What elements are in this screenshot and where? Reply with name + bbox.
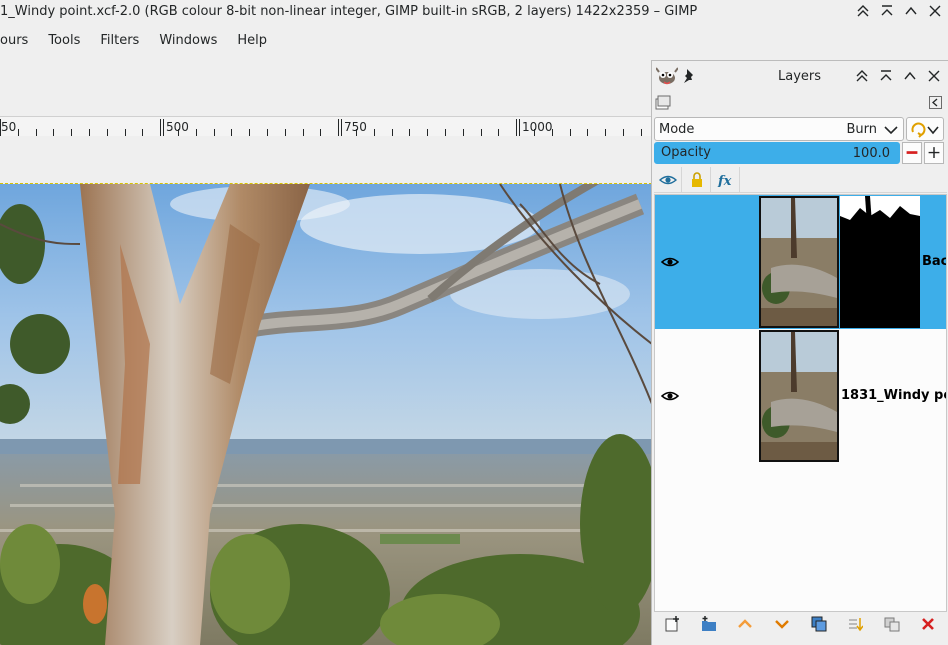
- dock-maximize-button[interactable]: [901, 67, 919, 85]
- lower-layer-button[interactable]: [764, 613, 801, 635]
- delete-layer-icon: [922, 618, 935, 630]
- opacity-row: Opacity 100.0: [654, 142, 947, 164]
- layer-row-selected[interactable]: Bac: [655, 195, 946, 329]
- delete-layer-button[interactable]: [910, 613, 947, 635]
- double-chevron-up-icon: [856, 70, 868, 82]
- minus-icon: [906, 151, 918, 154]
- layer-name[interactable]: 1831_Windy poi: [841, 388, 946, 403]
- opacity-decrease-button[interactable]: [902, 142, 922, 164]
- menu-colours[interactable]: ours: [0, 30, 28, 54]
- menu-tools[interactable]: Tools: [48, 30, 80, 54]
- svg-text:fx: fx: [717, 174, 732, 187]
- mode-dropdown[interactable]: Mode Burn: [654, 117, 904, 141]
- close-icon: [928, 70, 940, 82]
- lower-layer-icon: [775, 620, 789, 629]
- duplicate-layer-button[interactable]: [800, 613, 837, 635]
- tab-menu-icon[interactable]: [929, 96, 942, 109]
- new-layer-group-button[interactable]: [691, 613, 728, 635]
- dock-minimize-button[interactable]: [877, 67, 895, 85]
- dock-header: Layers: [652, 61, 948, 91]
- chevron-up-icon: [905, 6, 917, 15]
- ruler-label: 50: [1, 120, 17, 134]
- minimize-icon: [880, 70, 892, 81]
- maximize-button[interactable]: [902, 2, 920, 20]
- layer-mask-thumbnail[interactable]: [840, 196, 920, 328]
- swap-mode-icon: [911, 122, 939, 138]
- eye-icon: [658, 175, 677, 185]
- ruler-label: 750: [344, 120, 367, 134]
- new-layer-group-icon: [701, 616, 716, 631]
- opacity-slider[interactable]: Opacity 100.0: [654, 142, 900, 164]
- gimp-logo-icon[interactable]: [656, 66, 678, 86]
- fx-header[interactable]: fx: [712, 167, 740, 193]
- window-title: 1_Windy point.xcf-2.0 (RGB colour 8-bit …: [0, 4, 698, 19]
- close-icon: [929, 5, 941, 17]
- window-controls: [854, 2, 944, 20]
- menu-filters[interactable]: Filters: [100, 30, 139, 54]
- layer-thumbnail[interactable]: [759, 196, 839, 328]
- layers-tab-icon[interactable]: [655, 95, 671, 110]
- composite-mode-button[interactable]: [906, 117, 944, 141]
- keep-above-button[interactable]: [854, 2, 872, 20]
- lock-icon: [691, 172, 702, 187]
- pin-icon[interactable]: [682, 68, 696, 84]
- mode-row: Mode Burn: [654, 117, 947, 141]
- window-titlebar: 1_Windy point.xcf-2.0 (RGB colour 8-bit …: [0, 0, 948, 24]
- mode-label: Mode: [659, 122, 695, 137]
- raise-layer-button[interactable]: [727, 613, 764, 635]
- opacity-label: Opacity: [661, 145, 712, 160]
- dock-tab-row: [652, 93, 948, 113]
- layer-row[interactable]: 1831_Windy poi: [655, 329, 946, 463]
- dock-close-button[interactable]: [925, 67, 943, 85]
- duplicate-layer-icon: [811, 616, 827, 632]
- opacity-increase-button[interactable]: [924, 142, 944, 164]
- canvas-photo: [0, 184, 652, 645]
- layer-name[interactable]: Bac: [922, 254, 946, 269]
- layer-mask-image: [840, 196, 920, 328]
- minimize-button[interactable]: [878, 2, 896, 20]
- layer-thumbnail-image: [761, 198, 837, 326]
- ruler-label: 1000: [522, 120, 553, 134]
- image-canvas[interactable]: [0, 136, 652, 645]
- merge-layer-icon: [884, 617, 900, 632]
- anchor-layer-button[interactable]: [837, 613, 874, 635]
- minimize-icon: [881, 5, 893, 16]
- lock-header[interactable]: [683, 167, 711, 193]
- close-button[interactable]: [926, 2, 944, 20]
- chevron-down-icon: [884, 126, 898, 135]
- lock-row: fx: [654, 167, 947, 193]
- menu-help[interactable]: Help: [237, 30, 267, 54]
- chevron-up-icon: [904, 71, 916, 80]
- layer-thumbnail-image: [761, 332, 837, 460]
- double-chevron-up-icon: [857, 5, 869, 17]
- visibility-header[interactable]: [654, 167, 682, 193]
- raise-layer-icon: [738, 619, 753, 628]
- plus-icon: [928, 147, 940, 158]
- menubar: ours Tools Filters Windows Help: [0, 30, 287, 54]
- layer-thumbnail[interactable]: [759, 330, 839, 462]
- menu-windows[interactable]: Windows: [159, 30, 217, 54]
- opacity-value: 100.0: [852, 146, 890, 161]
- merge-layer-button[interactable]: [874, 613, 911, 635]
- horizontal-ruler[interactable]: 50 500 750 1000: [0, 116, 652, 136]
- fx-icon: fx: [717, 174, 732, 187]
- layers-dock: Layers Mode Burn Opacity 100.0 fx Bac 18…: [651, 60, 948, 645]
- layers-list[interactable]: Bac 1831_Windy poi: [654, 194, 947, 612]
- mode-value: Burn: [846, 122, 877, 137]
- layers-button-bar: [654, 612, 947, 636]
- ruler-label: 500: [166, 120, 189, 134]
- anchor-layer-icon: [849, 618, 864, 632]
- dock-keep-above-button[interactable]: [853, 67, 871, 85]
- new-layer-icon: [665, 616, 680, 632]
- ruler-ticks: [0, 119, 642, 136]
- layer-visibility-eye-icon[interactable]: [661, 256, 679, 268]
- dock-window-controls: [853, 67, 943, 85]
- new-layer-button[interactable]: [654, 613, 691, 635]
- layer-visibility-eye-icon[interactable]: [661, 390, 679, 402]
- dock-title: Layers: [778, 69, 822, 84]
